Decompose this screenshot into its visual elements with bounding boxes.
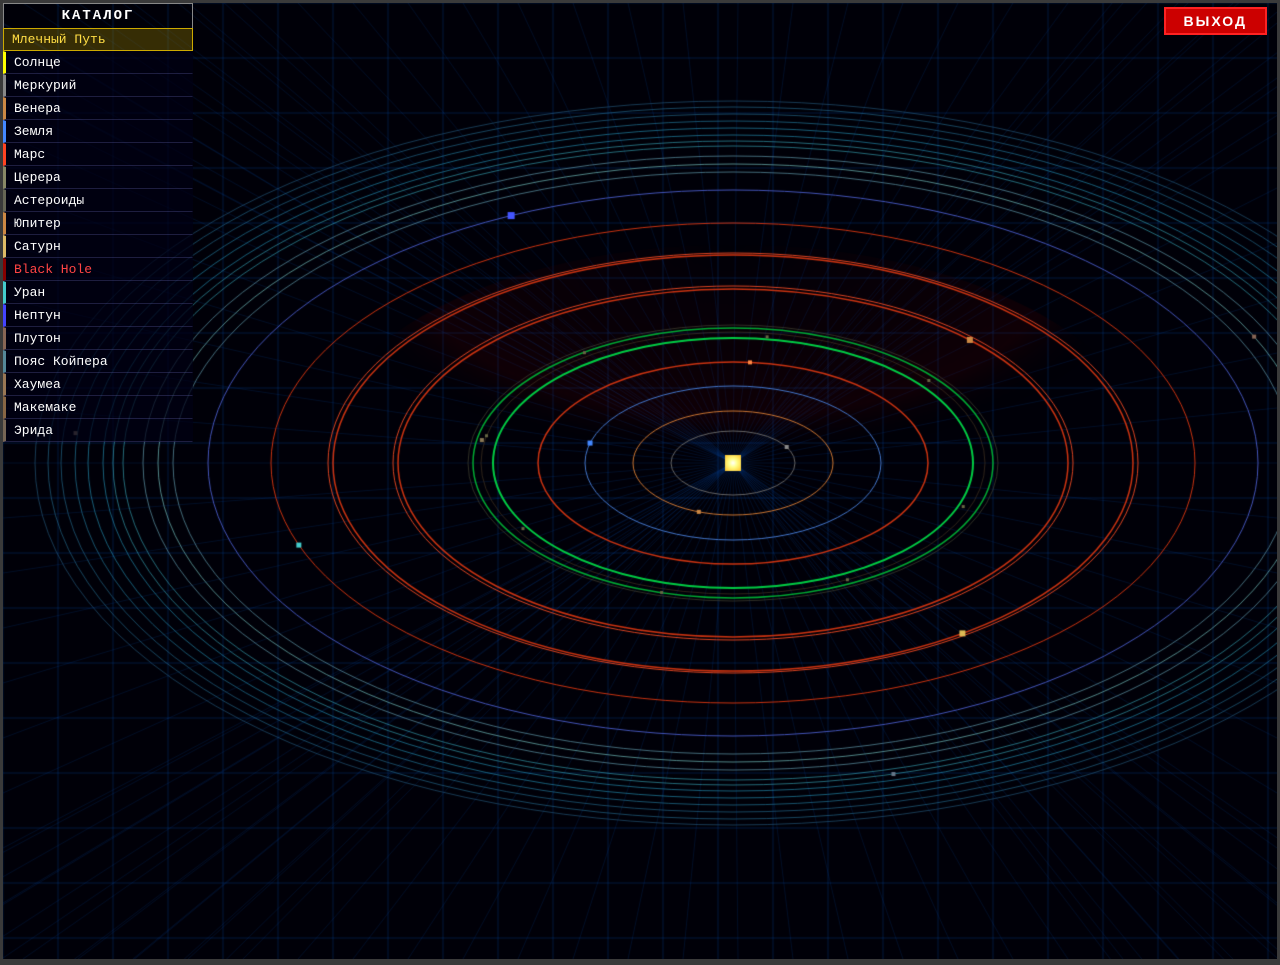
sidebar-item-eris[interactable]: Эрида bbox=[3, 419, 193, 442]
sidebar-item-blackhole[interactable]: Black Hole bbox=[3, 258, 193, 281]
sidebar-item-jupiter[interactable]: Юпитер bbox=[3, 212, 193, 235]
sidebar: КАТАЛОГ Млечный ПутьСолнцеМеркурийВенера… bbox=[3, 3, 223, 959]
sidebar-item-ceres[interactable]: Церера bbox=[3, 166, 193, 189]
sidebar-item-uranus[interactable]: Уран bbox=[3, 281, 193, 304]
sidebar-item-venus[interactable]: Венера bbox=[3, 97, 193, 120]
exit-button[interactable]: ВЫХОД bbox=[1164, 7, 1267, 35]
sidebar-item-earth[interactable]: Земля bbox=[3, 120, 193, 143]
sidebar-item-saturn[interactable]: Сатурн bbox=[3, 235, 193, 258]
sidebar-item-asteroids[interactable]: Астероиды bbox=[3, 189, 193, 212]
sidebar-item-haumea[interactable]: Хаумеа bbox=[3, 373, 193, 396]
catalog-header: КАТАЛОГ bbox=[3, 3, 193, 28]
main-container: КАТАЛОГ Млечный ПутьСолнцеМеркурийВенера… bbox=[3, 3, 1277, 959]
sidebar-item-pluto[interactable]: Плутон bbox=[3, 327, 193, 350]
sidebar-item-mars[interactable]: Марс bbox=[3, 143, 193, 166]
sidebar-item-kuiper[interactable]: Пояс Койпера bbox=[3, 350, 193, 373]
sidebar-item-mercury[interactable]: Меркурий bbox=[3, 74, 193, 97]
sidebar-item-sun[interactable]: Солнце bbox=[3, 51, 193, 74]
sidebar-item-neptune[interactable]: Нептун bbox=[3, 304, 193, 327]
catalog-list: Млечный ПутьСолнцеМеркурийВенераЗемляМар… bbox=[3, 28, 223, 442]
sidebar-item-milky-way[interactable]: Млечный Путь bbox=[3, 28, 193, 51]
sidebar-item-makemake[interactable]: Макемаке bbox=[3, 396, 193, 419]
